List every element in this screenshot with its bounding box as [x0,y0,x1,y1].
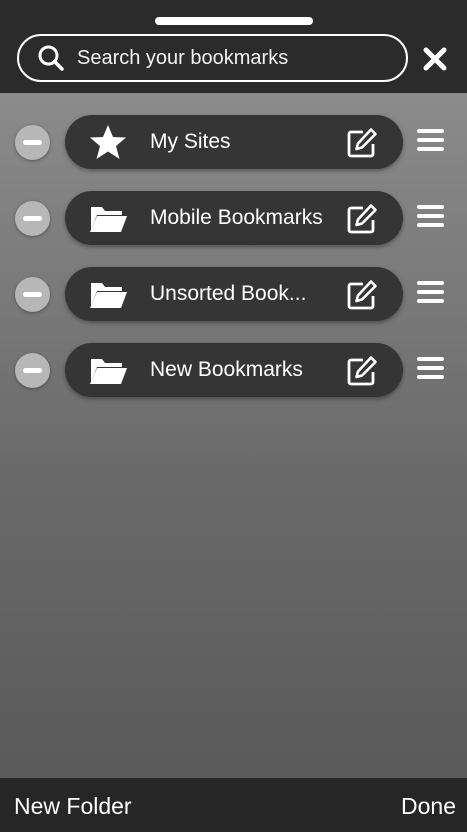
header-bar [0,0,467,93]
list-item: Mobile Bookmarks [0,191,467,245]
list-item: New Bookmarks [0,343,467,397]
footer-bar: New Folder Done [0,778,467,832]
star-icon [88,124,128,160]
edit-icon[interactable] [346,279,378,311]
close-button[interactable] [420,44,450,74]
folder-icon [88,352,128,388]
reorder-handle-icon[interactable] [417,357,445,381]
close-icon [423,47,447,71]
bookmark-folder-label: New Bookmarks [150,358,303,381]
search-icon [38,45,64,71]
search-box[interactable] [17,34,408,82]
bookmark-folder-button[interactable]: New Bookmarks [65,343,403,397]
minus-icon [23,140,42,145]
remove-button[interactable] [15,277,50,312]
remove-button[interactable] [15,353,50,388]
minus-icon [23,216,42,221]
bookmark-list: My Sites Mobile Bookmarks Unsorted Book.… [0,93,467,778]
edit-icon[interactable] [346,127,378,159]
folder-icon [88,200,128,236]
bookmark-folder-label: Mobile Bookmarks [150,206,323,229]
bookmark-folder-label: My Sites [150,130,231,153]
edit-icon[interactable] [346,203,378,235]
remove-button[interactable] [15,125,50,160]
folder-icon [88,276,128,312]
minus-icon [23,292,42,297]
list-item: My Sites [0,115,467,169]
bookmark-folder-button[interactable]: Unsorted Book... [65,267,403,321]
done-button[interactable]: Done [401,778,456,832]
bookmark-folder-button[interactable]: My Sites [65,115,403,169]
minus-icon [23,368,42,373]
new-folder-button[interactable]: New Folder [14,778,132,832]
edit-icon[interactable] [346,355,378,387]
list-item: Unsorted Book... [0,267,467,321]
search-input[interactable] [77,46,397,70]
bookmark-folder-label: Unsorted Book... [150,282,307,305]
reorder-handle-icon[interactable] [417,129,445,153]
remove-button[interactable] [15,201,50,236]
reorder-handle-icon[interactable] [417,281,445,305]
bookmark-folder-button[interactable]: Mobile Bookmarks [65,191,403,245]
reorder-handle-icon[interactable] [417,205,445,229]
sheet-grab-handle[interactable] [155,17,313,25]
